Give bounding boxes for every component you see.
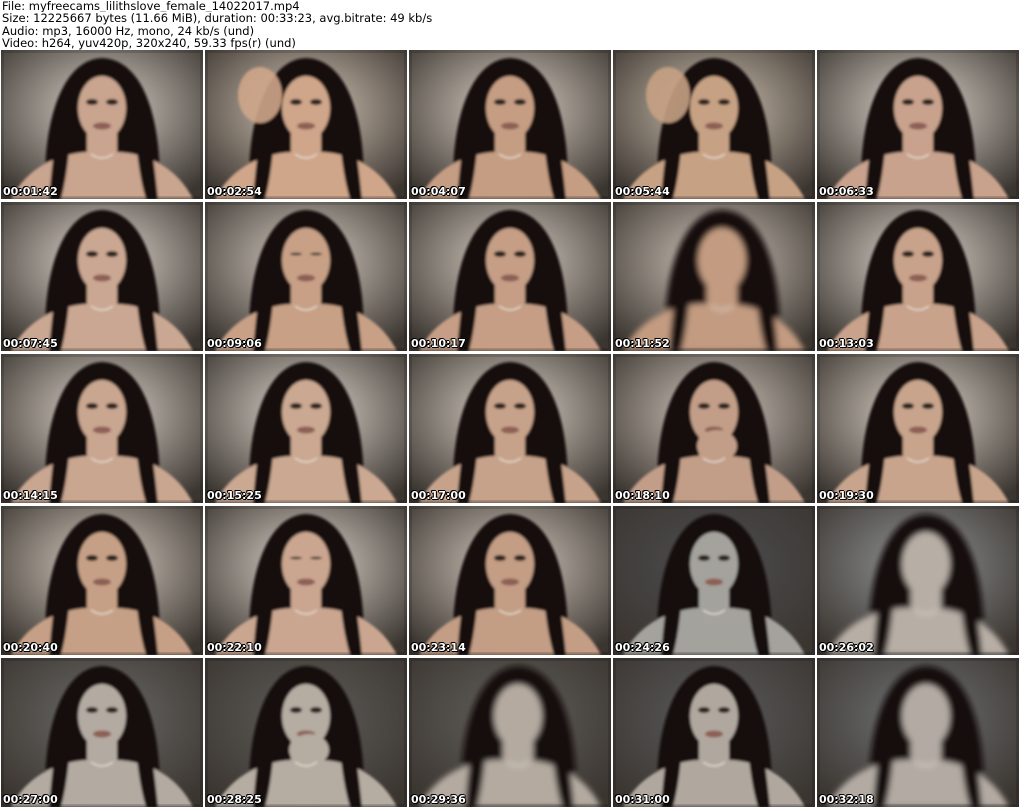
frame-image <box>613 658 815 807</box>
frame-image <box>205 354 407 503</box>
thumbnail-timestamp: 00:15:25 <box>207 489 262 502</box>
thumbnail-timestamp: 00:29:36 <box>411 793 466 806</box>
thumbnail-timestamp: 00:19:30 <box>819 489 874 502</box>
frame-image <box>1 506 203 655</box>
thumbnail-timestamp: 00:10:17 <box>411 337 466 350</box>
frame-image <box>1 658 203 807</box>
video-thumbnail: 00:10:17 <box>409 202 611 351</box>
thumbnail-timestamp: 00:05:44 <box>615 185 670 198</box>
video-thumbnail: 00:22:10 <box>205 506 407 655</box>
thumbnail-timestamp: 00:23:14 <box>411 641 466 654</box>
thumbnail-timestamp: 00:22:10 <box>207 641 262 654</box>
thumbnail-timestamp: 00:17:00 <box>411 489 466 502</box>
file-name-line: File: myfreecams_lilithslove_female_1402… <box>2 0 300 13</box>
thumbnail-timestamp: 00:13:03 <box>819 337 874 350</box>
frame-image <box>613 50 815 199</box>
video-thumbnail: 00:26:02 <box>817 506 1019 655</box>
video-thumbnail: 00:04:07 <box>409 50 611 199</box>
thumbnail-timestamp: 00:14:15 <box>3 489 58 502</box>
video-thumbnail: 00:15:25 <box>205 354 407 503</box>
frame-image <box>613 354 815 503</box>
video-thumbnail: 00:24:26 <box>613 506 815 655</box>
thumbnail-timestamp: 00:31:00 <box>615 793 670 806</box>
video-thumbnail: 00:20:40 <box>1 506 203 655</box>
thumbnail-timestamp: 00:18:10 <box>615 489 670 502</box>
video-thumbnail: 00:11:52 <box>613 202 815 351</box>
video-thumbnail: 00:17:00 <box>409 354 611 503</box>
frame-image <box>1 50 203 199</box>
thumbnail-grid: 00:01:42 00:02:54 00:04:07 00:05:44 00:06:33… <box>1 50 1023 811</box>
thumbnail-timestamp: 00:27:00 <box>3 793 58 806</box>
video-thumbnail: 00:09:06 <box>205 202 407 351</box>
frame-image <box>205 658 407 807</box>
video-thumbnail: 00:23:14 <box>409 506 611 655</box>
video-thumbnail: 00:07:45 <box>1 202 203 351</box>
frame-image <box>613 506 815 655</box>
frame-image <box>409 202 611 351</box>
video-thumbnail: 00:14:15 <box>1 354 203 503</box>
video-thumbnail: 00:01:42 <box>1 50 203 199</box>
video-thumbnail: 00:19:30 <box>817 354 1019 503</box>
frame-image <box>205 50 407 199</box>
thumbnail-timestamp: 00:06:33 <box>819 185 874 198</box>
file-info-header: File: myfreecams_lilithslove_female_1402… <box>2 0 1022 50</box>
frame-image <box>817 202 1019 351</box>
video-thumbnail: 00:28:25 <box>205 658 407 807</box>
frame-image <box>817 506 1019 655</box>
frame-image <box>817 658 1019 807</box>
thumbnail-timestamp: 00:09:06 <box>207 337 262 350</box>
audio-info-line: Audio: mp3, 16000 Hz, mono, 24 kb/s (und… <box>2 24 255 38</box>
video-thumbnail: 00:31:00 <box>613 658 815 807</box>
thumbnail-timestamp: 00:28:25 <box>207 793 262 806</box>
frame-image <box>409 354 611 503</box>
thumbnail-timestamp: 00:04:07 <box>411 185 466 198</box>
frame-image <box>205 506 407 655</box>
frame-image <box>409 506 611 655</box>
video-thumbnail: 00:27:00 <box>1 658 203 807</box>
video-thumbnail: 00:32:18 <box>817 658 1019 807</box>
video-thumbnail: 00:13:03 <box>817 202 1019 351</box>
frame-image <box>409 50 611 199</box>
frame-image <box>1 202 203 351</box>
frame-image <box>613 202 815 351</box>
video-info-line: Video: h264, yuv420p, 320x240, 59.33 fps… <box>2 37 296 50</box>
thumbnail-timestamp: 00:32:18 <box>819 793 874 806</box>
thumbnail-timestamp: 00:01:42 <box>3 185 58 198</box>
thumbnail-timestamp: 00:26:02 <box>819 641 874 654</box>
frame-image <box>1 354 203 503</box>
thumbnail-timestamp: 00:24:26 <box>615 641 670 654</box>
frame-image <box>205 202 407 351</box>
thumbnail-timestamp: 00:07:45 <box>3 337 58 350</box>
frame-image <box>409 658 611 807</box>
video-thumbnail: 00:18:10 <box>613 354 815 503</box>
video-thumbnail: 00:06:33 <box>817 50 1019 199</box>
thumbnail-timestamp: 00:20:40 <box>3 641 58 654</box>
video-thumbnail: 00:05:44 <box>613 50 815 199</box>
frame-image <box>817 50 1019 199</box>
thumbnail-timestamp: 00:02:54 <box>207 185 262 198</box>
frame-image <box>817 354 1019 503</box>
thumbnail-timestamp: 00:11:52 <box>615 337 670 350</box>
video-thumbnail: 00:29:36 <box>409 658 611 807</box>
video-thumbnail: 00:02:54 <box>205 50 407 199</box>
file-size-line: Size: 12225667 bytes (11.66 MiB), durati… <box>2 12 433 25</box>
